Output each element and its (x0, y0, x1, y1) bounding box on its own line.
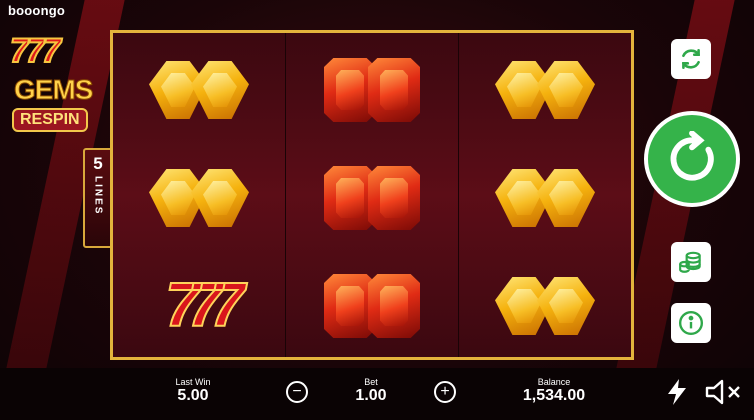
red-gem-icon (368, 274, 420, 338)
game-logo: 777 GEMS RESPIN (6, 31, 106, 132)
symbol-red-gem (286, 36, 458, 144)
yellow-gem-icon (191, 169, 249, 227)
symbol-red-gem (286, 144, 458, 252)
logo-gems: GEMS (13, 74, 93, 106)
reel-grid: 777 (110, 30, 634, 360)
symbol-yellow-gem (459, 36, 631, 144)
logo-respin: RESPIN (12, 108, 88, 132)
bet-label: Bet (364, 377, 378, 387)
last-win-label: Last Win (175, 377, 211, 387)
spin-arrow-icon (670, 131, 714, 181)
last-win-value: 5.00 (177, 387, 209, 404)
yellow-gem-icon (537, 169, 595, 227)
turbo-button[interactable] (665, 378, 689, 406)
symbol-yellow-gem (459, 252, 631, 360)
reel-1: 777 (113, 33, 285, 357)
paylines-badge: 5 LINES (83, 148, 113, 248)
symbol-red-gem (286, 252, 458, 360)
speaker-muted-icon (705, 379, 740, 405)
symbol-777: 777 (113, 252, 285, 360)
autoplay-button[interactable] (671, 39, 711, 79)
yellow-gem-icon (537, 277, 595, 335)
spin-button[interactable] (644, 111, 740, 207)
info-icon (678, 310, 704, 336)
balance-value: 1,534.00 (522, 387, 586, 404)
paylines-count: 5 (93, 154, 103, 173)
bet-settings-button[interactable] (671, 242, 711, 282)
red-gem-icon (368, 166, 420, 230)
info-button[interactable] (671, 303, 711, 343)
yellow-gem-icon (191, 61, 249, 119)
bet-value: 1.00 (355, 387, 387, 404)
increase-bet-button[interactable]: + (434, 381, 456, 403)
symbol-yellow-gem (113, 36, 285, 144)
reel-3 (458, 33, 631, 357)
brand-logo: booongo (8, 3, 65, 18)
refresh-icon (682, 49, 700, 69)
seven-symbol: 777 (164, 271, 246, 340)
coins-icon (679, 251, 701, 273)
sound-button[interactable] (704, 378, 744, 406)
bet-display: Bet 1.00 (336, 377, 406, 405)
lightning-icon (668, 379, 686, 405)
paylines-label: LINES (92, 176, 104, 216)
reel-2 (285, 33, 458, 357)
red-gem-icon (368, 58, 420, 122)
yellow-gem-icon (537, 61, 595, 119)
balance-label: Balance (537, 377, 571, 387)
last-win-display: Last Win 5.00 (158, 377, 228, 405)
symbol-yellow-gem (459, 144, 631, 252)
decrease-bet-button[interactable]: − (286, 381, 308, 403)
balance-display: Balance 1,534.00 (508, 377, 600, 405)
symbol-yellow-gem (113, 144, 285, 252)
logo-777: 777 (9, 31, 62, 71)
